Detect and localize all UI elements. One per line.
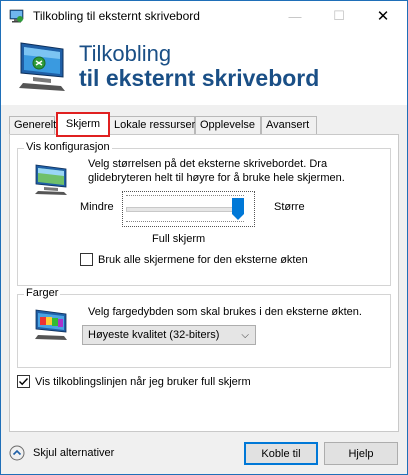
checkmark-icon — [19, 378, 29, 386]
hide-options-toggle[interactable] — [9, 445, 25, 461]
chevron-down-icon: ⌵ — [241, 330, 249, 341]
display-config-group: Vis konfigurasjon Velg størrelsen på det… — [17, 141, 391, 286]
slider-ticks-top — [126, 195, 244, 199]
tab-generelt[interactable]: Generelt — [9, 116, 56, 135]
show-connection-bar-label: Vis tilkoblingslinjen når jeg bruker ful… — [35, 376, 251, 388]
header-banner: Tilkobling til eksternt skrivebord — [1, 31, 407, 105]
tab-opplevelse[interactable]: Opplevelse — [195, 116, 261, 135]
banner-title-line2: til eksternt skrivebord — [79, 65, 320, 91]
minimize-button[interactable]: — — [273, 1, 317, 31]
monitor-connection-icon — [17, 39, 69, 95]
slider-max-label: Større — [274, 201, 305, 213]
colors-group-title: Farger — [24, 287, 61, 299]
maximize-icon: ☐ — [333, 8, 345, 23]
close-button[interactable]: ✕ — [361, 1, 405, 31]
close-icon: ✕ — [376, 8, 390, 25]
maximize-button[interactable]: ☐ — [317, 1, 361, 31]
tab-lokale-ressurser[interactable]: Lokale ressurser — [109, 116, 195, 135]
slider-thumb[interactable] — [232, 198, 244, 220]
colors-description: Velg fargedybden som skal brukes i den e… — [88, 306, 362, 318]
use-all-monitors-checkbox[interactable] — [80, 253, 93, 266]
display-config-description: Velg størrelsen på det eksterne skrivebo… — [88, 158, 345, 184]
slider-ticks-bottom — [126, 221, 244, 225]
minimize-icon: — — [288, 8, 302, 24]
slider-track — [126, 207, 244, 212]
remote-desktop-window: Tilkobling til eksternt skrivebord — ☐ ✕… — [0, 0, 408, 475]
help-button[interactable]: Hjelp — [324, 442, 398, 465]
use-all-monitors-label: Bruk alle skjermene for den eksterne økt… — [98, 254, 308, 266]
chevron-up-circle-icon — [9, 445, 25, 461]
display-size-slider[interactable] — [122, 191, 272, 229]
display-tab-panel: Vis konfigurasjon Velg størrelsen på det… — [9, 134, 399, 432]
color-depth-value: Høyeste kvalitet (32-biters) — [88, 329, 220, 341]
colors-group: Farger Velg fargedybden som skal brukes … — [17, 287, 391, 368]
window-title: Tilkobling til eksternt skrivebord — [33, 9, 200, 23]
display-monitor-icon — [34, 161, 70, 198]
display-config-title: Vis konfigurasjon — [24, 141, 112, 153]
tab-skjerm[interactable]: Skjerm — [56, 112, 110, 137]
color-palette-icon — [34, 307, 70, 344]
tab-avansert[interactable]: Avansert — [261, 116, 317, 135]
slider-value-label: Full skjerm — [152, 233, 206, 245]
connect-button[interactable]: Koble til — [244, 442, 318, 465]
show-connection-bar-checkbox[interactable] — [17, 375, 30, 388]
remote-desktop-app-icon — [9, 8, 25, 24]
hide-options-label[interactable]: Skjul alternativer — [33, 447, 114, 459]
title-bar[interactable]: Tilkobling til eksternt skrivebord — ☐ ✕ — [1, 1, 407, 31]
slider-min-label: Mindre — [80, 201, 114, 213]
banner-title-line1: Tilkobling — [79, 41, 172, 66]
color-depth-select[interactable]: Høyeste kvalitet (32-biters) ⌵ — [82, 325, 256, 345]
